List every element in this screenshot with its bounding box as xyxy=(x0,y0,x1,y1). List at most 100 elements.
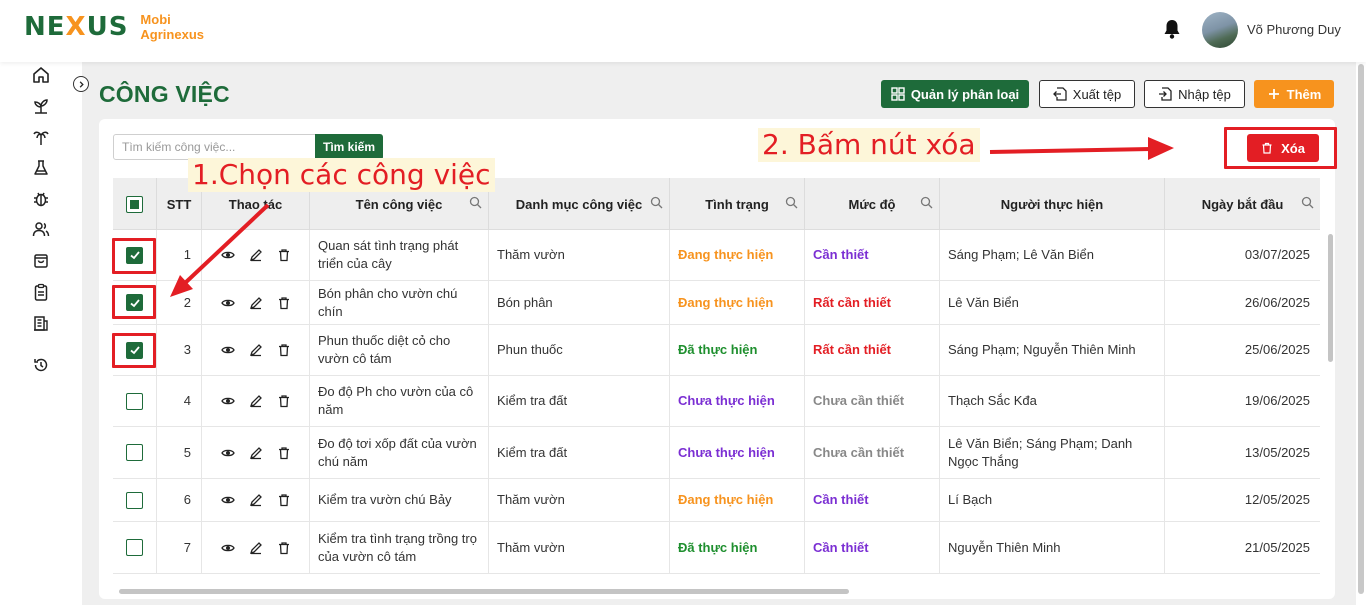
avatar[interactable] xyxy=(1202,12,1238,48)
search-icon[interactable] xyxy=(650,196,663,209)
add-button[interactable]: Thêm xyxy=(1254,80,1334,108)
header-level[interactable]: Mức độ xyxy=(805,178,940,230)
search-icon[interactable] xyxy=(920,196,933,209)
edit-icon[interactable] xyxy=(249,493,263,507)
eye-icon[interactable] xyxy=(220,296,235,310)
trash-icon[interactable] xyxy=(277,493,291,507)
trash-icon[interactable] xyxy=(277,343,291,357)
page-title: CÔNG VIỆC xyxy=(99,81,230,107)
table-vertical-scrollbar[interactable] xyxy=(1328,234,1333,362)
search-icon[interactable] xyxy=(469,196,482,209)
chevron-right-icon xyxy=(79,80,84,88)
row-checkbox[interactable] xyxy=(126,246,143,264)
row-select-cell xyxy=(113,281,157,324)
bell-icon[interactable] xyxy=(1162,18,1182,40)
bag-icon[interactable] xyxy=(31,250,51,270)
annotation-step1: 1.Chọn các công việc xyxy=(188,158,495,192)
bug-icon[interactable] xyxy=(31,189,51,209)
search-icon[interactable] xyxy=(1301,196,1314,209)
eye-icon[interactable] xyxy=(220,248,235,262)
row-assignee: Thạch Sắc Kđa xyxy=(940,376,1165,426)
edit-icon[interactable] xyxy=(249,394,263,408)
top-header: NEXUS Mobi Agrinexus Võ Phương Duy xyxy=(0,0,1366,62)
history-icon[interactable] xyxy=(31,355,51,375)
row-actions xyxy=(202,325,310,375)
edit-icon[interactable] xyxy=(249,446,263,460)
table-horizontal-scrollbar[interactable] xyxy=(119,589,849,594)
header-start-label: Ngày bắt đầu xyxy=(1201,196,1284,212)
search-button[interactable]: Tìm kiếm xyxy=(315,134,383,160)
home-icon[interactable] xyxy=(31,65,51,85)
header-status[interactable]: Tình trạng xyxy=(670,178,805,230)
table-row[interactable]: 4 Đo độ Ph cho vườn của cô năm Kiểm tra đấ… xyxy=(113,376,1320,427)
row-assignee: Lí Bạch xyxy=(940,479,1165,521)
trash-icon[interactable] xyxy=(277,394,291,408)
table-row[interactable]: 7 Kiểm tra tình trạng trồng trọ của vườn … xyxy=(113,522,1320,574)
table-row[interactable]: 3 Phun thuốc diệt cỏ cho vườn cô tám Phun … xyxy=(113,325,1320,376)
row-checkbox[interactable] xyxy=(126,444,143,461)
header-start-date[interactable]: Ngày bắt đầu xyxy=(1165,178,1320,230)
user-name[interactable]: Võ Phương Duy xyxy=(1247,22,1341,37)
annotation-step2: 2. Bấm nút xóa xyxy=(758,128,980,162)
export-button[interactable]: Xuất tệp xyxy=(1039,80,1135,108)
search-input[interactable]: Tìm kiếm công việc... xyxy=(113,134,316,160)
edit-icon[interactable] xyxy=(249,343,263,357)
edit-icon[interactable] xyxy=(249,296,263,310)
edit-icon[interactable] xyxy=(249,541,263,555)
row-status: Đang thực hiện xyxy=(670,230,805,280)
eye-icon[interactable] xyxy=(220,394,235,408)
eye-icon[interactable] xyxy=(220,541,235,555)
table-row[interactable]: 1 Quan sát tình trạng phát triển của cây T… xyxy=(113,230,1320,281)
sidebar-expand-button[interactable] xyxy=(73,76,89,92)
header-select-all[interactable] xyxy=(113,178,157,230)
row-status: Chưa thực hiện xyxy=(670,427,805,478)
search-icon[interactable] xyxy=(785,196,798,209)
row-select-cell xyxy=(113,479,157,521)
table-row[interactable]: 6 Kiểm tra vườn chú Bảy Thăm vườn Đang thực… xyxy=(113,479,1320,522)
row-category: Phun thuốc xyxy=(489,325,670,375)
plant-icon[interactable] xyxy=(31,96,51,116)
row-assignee: Nguyễn Thiên Minh xyxy=(940,522,1165,573)
row-select-cell xyxy=(113,230,157,280)
row-assignee: Sáng Phạm; Lê Văn Biển xyxy=(940,230,1165,280)
sidebar xyxy=(0,62,82,605)
eye-icon[interactable] xyxy=(220,343,235,357)
row-status: Chưa thực hiện xyxy=(670,376,805,426)
select-all-checkbox[interactable] xyxy=(126,195,143,213)
manage-categories-label: Quản lý phân loại xyxy=(910,86,1020,102)
app-logo[interactable]: NEXUS Mobi Agrinexus xyxy=(24,12,204,42)
clipboard-icon[interactable] xyxy=(31,282,51,302)
row-checkbox[interactable] xyxy=(126,392,143,410)
trash-icon[interactable] xyxy=(277,541,291,555)
row-checkbox[interactable] xyxy=(126,491,143,509)
users-icon[interactable] xyxy=(31,219,51,239)
header-category[interactable]: Danh mục công việc xyxy=(489,178,670,230)
file-import-icon xyxy=(1159,87,1172,101)
row-actions xyxy=(202,479,310,521)
delete-button[interactable]: Xóa xyxy=(1247,134,1319,162)
row-start-date: 19/06/2025 xyxy=(1244,393,1310,408)
building-icon[interactable] xyxy=(31,313,51,333)
trash-icon[interactable] xyxy=(277,446,291,460)
row-start-date: 03/07/2025 xyxy=(1244,247,1310,262)
flask-icon[interactable] xyxy=(31,158,51,178)
row-start-date: 25/06/2025 xyxy=(1244,342,1310,357)
palm-tree-icon[interactable] xyxy=(31,127,51,147)
row-stt: 7 xyxy=(157,522,202,573)
eye-icon[interactable] xyxy=(220,493,235,507)
edit-icon[interactable] xyxy=(249,248,263,262)
eye-icon[interactable] xyxy=(220,446,235,460)
row-start-date: 26/06/2025 xyxy=(1244,294,1310,310)
row-checkbox[interactable] xyxy=(126,539,143,556)
table-row[interactable]: 5 Đo độ tơi xốp đất của vườn chú năm Kiểm … xyxy=(113,427,1320,479)
manage-categories-button[interactable]: Quản lý phân loại xyxy=(881,80,1029,108)
row-checkbox[interactable] xyxy=(126,341,143,359)
table-row[interactable]: 2 Bón phân cho vườn chú chín Bón phân Đang … xyxy=(113,281,1320,325)
row-assignee: Lê Văn Biển; Sáng Phạm; Danh Ngọc Thắng xyxy=(940,427,1165,478)
import-button[interactable]: Nhập tệp xyxy=(1144,80,1245,108)
trash-icon[interactable] xyxy=(277,248,291,262)
row-checkbox[interactable] xyxy=(126,294,143,311)
row-stt: 6 xyxy=(157,479,202,521)
page-scrollbar[interactable] xyxy=(1356,62,1366,605)
trash-icon[interactable] xyxy=(277,296,291,310)
